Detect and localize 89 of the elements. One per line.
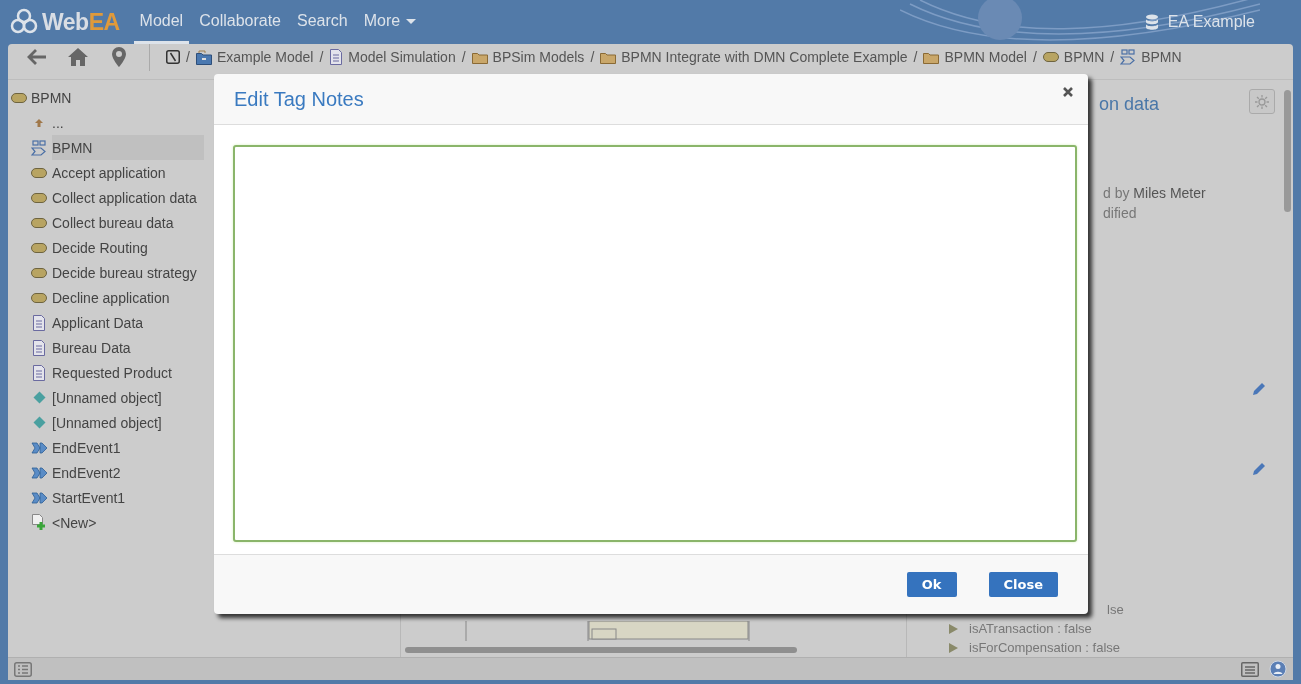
activity-icon: [31, 292, 47, 303]
repository-name[interactable]: EA Example: [1167, 13, 1255, 31]
activity-icon: [31, 242, 47, 253]
new-document-icon: [31, 514, 47, 531]
tree-item[interactable]: Decide Routing: [28, 235, 204, 260]
activity-icon: [11, 93, 27, 103]
logo-text: WebEA: [42, 8, 120, 36]
event-icon: [30, 441, 48, 454]
activity-icon: [31, 267, 47, 278]
activity-icon: [31, 192, 47, 203]
edit-icon[interactable]: [1251, 461, 1267, 477]
tree-item[interactable]: Requested Product: [28, 360, 204, 385]
settings-button[interactable]: [1249, 89, 1275, 114]
panel-title: on data: [1099, 94, 1160, 115]
dialog-title: Edit Tag Notes: [234, 87, 364, 111]
tree-item[interactable]: [Unnamed object]: [28, 410, 204, 435]
root-icon[interactable]: [166, 50, 180, 64]
back-arrow-icon: [26, 48, 47, 66]
tree-item[interactable]: Accept application: [28, 160, 204, 185]
author-text: d by Miles Meter: [1102, 185, 1207, 201]
tree-item[interactable]: ...: [28, 110, 204, 135]
location-pin-icon: [111, 47, 126, 67]
tree-item[interactable]: Decide bureau strategy: [28, 260, 204, 285]
scrollbar-thumb[interactable]: [1284, 90, 1291, 212]
breadcrumb-link[interactable]: BPMN Integrate with DMN Complete Example: [600, 49, 908, 65]
property-text: isATransaction : false: [969, 621, 1092, 636]
breadcrumb-link[interactable]: BPSim Models: [471, 49, 585, 65]
tree-item[interactable]: BPMN: [28, 135, 204, 160]
close-icon[interactable]: [1063, 87, 1073, 97]
breadcrumb-link[interactable]: Example Model: [195, 49, 314, 65]
nav-tab[interactable]: Search: [291, 0, 354, 44]
breadcrumb-separator: /: [590, 49, 595, 65]
property-text: isForCompensation : false: [969, 640, 1120, 655]
breadcrumb-link[interactable]: BPMN: [1042, 49, 1105, 65]
dialog-button[interactable]: Close: [988, 572, 1058, 597]
tree-item[interactable]: EndEvent2: [28, 460, 204, 485]
user-icon[interactable]: [1269, 660, 1287, 678]
tree-item[interactable]: Decline application: [28, 285, 204, 310]
breadcrumb-separator: /: [461, 49, 466, 65]
breadcrumb-link[interactable]: BPMN Model: [923, 49, 1027, 65]
property-text: lse: [1107, 602, 1124, 617]
breadcrumb-separator: /: [186, 49, 190, 65]
tree-item[interactable]: Bureau Data: [28, 335, 204, 360]
logo-icon: [10, 8, 38, 36]
modified-text: dified: [1102, 205, 1138, 221]
activity-icon: [31, 167, 47, 178]
document-icon: [32, 339, 46, 356]
diamond-icon: [32, 416, 46, 429]
activity-icon: [31, 217, 47, 228]
tree-item[interactable]: EndEvent1: [28, 435, 204, 460]
panel-icon[interactable]: [1241, 661, 1259, 677]
folder-icon: [600, 50, 617, 64]
document-icon: [32, 364, 46, 381]
package-icon: [195, 49, 212, 65]
scrollbar-thumb[interactable]: [405, 647, 797, 653]
diagram-icon: [1120, 49, 1137, 65]
tree-item[interactable]: Applicant Data: [28, 310, 204, 335]
tree-item[interactable]: <New>: [28, 510, 204, 535]
gear-icon: [1254, 93, 1270, 110]
activity-icon: [1042, 52, 1059, 62]
home-icon: [66, 47, 89, 67]
tree-item[interactable]: Collect bureau data: [28, 210, 204, 235]
event-icon: [30, 466, 48, 479]
menu-dropdown[interactable]: More: [357, 0, 423, 44]
diagram-icon: [31, 139, 47, 156]
breadcrumb-link[interactable]: BPMN: [1120, 49, 1182, 65]
breadcrumb-separator: /: [1110, 49, 1115, 65]
breadcrumb-link[interactable]: Model Simulation: [329, 49, 456, 65]
breadcrumb-separator: /: [913, 49, 918, 65]
tree-item[interactable]: StartEvent1: [28, 485, 204, 510]
diamond-icon: [32, 391, 46, 404]
event-icon: [30, 491, 48, 504]
nav-tab[interactable]: Collaborate: [193, 0, 287, 44]
dialog-button[interactable]: Ok: [906, 572, 957, 597]
tree-item[interactable]: [Unnamed object]: [28, 385, 204, 410]
flag-icon: [947, 622, 959, 635]
document-icon: [329, 49, 344, 65]
folder-icon: [923, 50, 940, 64]
folder-icon: [471, 50, 488, 64]
flag-icon: [947, 641, 959, 654]
breadcrumb-separator: /: [1032, 49, 1037, 65]
database-icon: [1144, 13, 1159, 31]
document-icon: [32, 314, 46, 331]
notes-field[interactable]: [233, 145, 1077, 542]
edit-icon[interactable]: [1251, 381, 1267, 397]
list-icon[interactable]: [14, 661, 32, 677]
up-arrow-icon: [33, 116, 45, 129]
tree-item[interactable]: Collect application data: [28, 185, 204, 210]
breadcrumb-separator: /: [319, 49, 324, 65]
